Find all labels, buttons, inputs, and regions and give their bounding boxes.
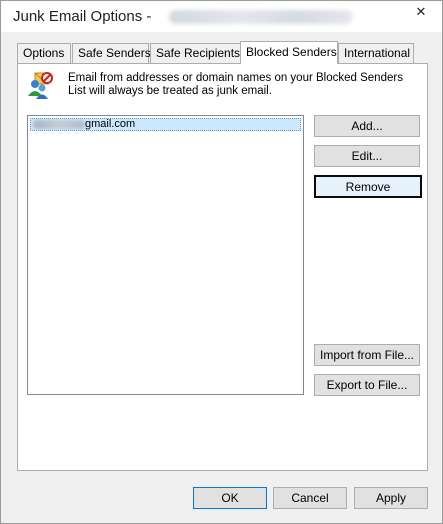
tab-options[interactable]: Options <box>17 43 71 63</box>
tab-safe-recipients[interactable]: Safe Recipients <box>150 43 241 63</box>
redacted-email-address <box>169 10 353 24</box>
ok-button[interactable]: OK <box>193 487 267 509</box>
window-title: Junk Email Options - <box>13 8 152 25</box>
tab-safe-senders[interactable]: Safe Senders <box>72 43 151 63</box>
title-bar: Junk Email Options - ✕ <box>1 1 442 32</box>
description-text: Email from addresses or domain names on … <box>68 72 403 97</box>
redacted-username <box>33 120 85 129</box>
tab-international[interactable]: International <box>338 43 414 63</box>
blocked-senders-list[interactable]: gmail.com <box>27 115 304 395</box>
dialog-footer: OK Cancel Apply <box>1 471 442 523</box>
export-to-file-button[interactable]: Export to File... <box>314 374 420 396</box>
add-button[interactable]: Add... <box>314 115 420 137</box>
import-from-file-button[interactable]: Import from File... <box>314 344 420 366</box>
blocked-senders-panel: Email from addresses or domain names on … <box>17 63 428 471</box>
remove-button[interactable]: Remove <box>314 175 422 198</box>
cancel-button[interactable]: Cancel <box>273 487 347 509</box>
tab-blocked-senders[interactable]: Blocked Senders <box>240 41 338 64</box>
edit-button[interactable]: Edit... <box>314 145 420 167</box>
junk-email-options-dialog: Junk Email Options - ✕ Options Safe Send… <box>0 0 443 524</box>
close-icon[interactable]: ✕ <box>406 1 436 23</box>
list-item[interactable]: gmail.com <box>30 118 301 131</box>
list-item-domain: gmail.com <box>85 118 136 130</box>
blocked-senders-icon <box>28 72 53 99</box>
apply-button[interactable]: Apply <box>354 487 428 509</box>
